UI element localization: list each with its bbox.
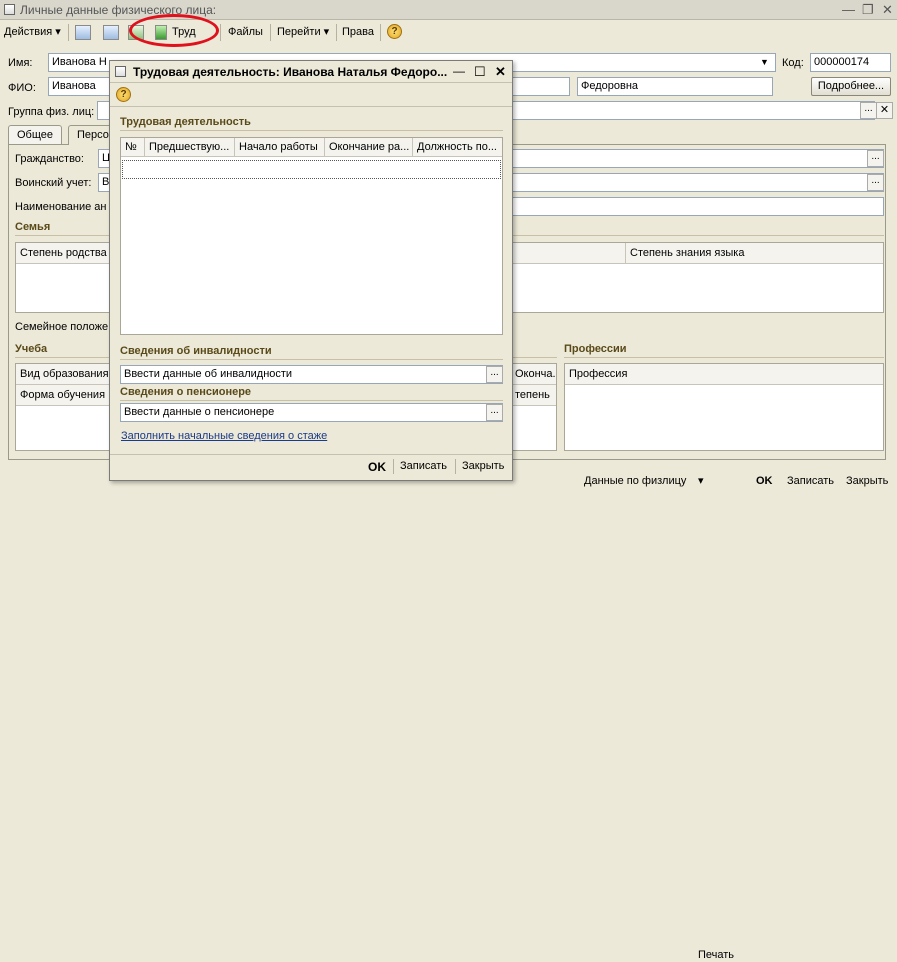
name-an-field[interactable] [508, 197, 884, 216]
window-icon [4, 4, 15, 15]
dialog-window-icon [115, 66, 126, 77]
work-section-title: Трудовая деятельность [120, 116, 251, 128]
profession-col[interactable]: Профессия [565, 364, 883, 385]
name-label: Имя: [8, 57, 33, 69]
col-end[interactable]: Окончание ра... [325, 138, 413, 157]
files-button[interactable]: Файлы [228, 24, 263, 41]
pensioner-title: Сведения о пенсионере [120, 386, 252, 398]
col-position[interactable]: Должность по... [413, 138, 502, 157]
main-ok-button[interactable]: OK [756, 474, 773, 488]
family-title: Семья [15, 221, 51, 233]
actions-menu[interactable]: Действия ▾ [4, 24, 61, 41]
group-select-icon[interactable]: ... [860, 102, 877, 119]
fill-initial-link[interactable]: Заполнить начальные сведения о стаже [121, 430, 327, 442]
marital-label: Семейное положе [15, 321, 109, 333]
fio-label: ФИО: [8, 82, 36, 94]
help-icon[interactable]: ? [387, 24, 402, 39]
restore-icon[interactable]: ❐ [862, 0, 874, 20]
dialog-minimize-icon[interactable]: — [453, 64, 465, 78]
highlight-circle [129, 14, 219, 47]
main-close-button[interactable]: Закрыть [846, 474, 888, 488]
col-number[interactable]: № [121, 138, 145, 157]
family-col-language[interactable]: Степень знания языка [626, 243, 883, 264]
name-dropdown-icon[interactable]: ▼ [760, 57, 769, 67]
print-menu[interactable]: Печать ▾ [698, 474, 734, 961]
dialog-close-button[interactable]: Закрыть [462, 460, 504, 472]
dialog-save-button[interactable]: Записать [400, 460, 447, 472]
name2-field[interactable] [510, 77, 570, 96]
dialog-title-bar: Трудовая деятельность: Иванова Наталья Ф… [110, 61, 512, 83]
person-data-button[interactable]: Данные по физлицу [584, 474, 686, 488]
more-button[interactable]: Подробнее... [811, 77, 891, 96]
edit-doc-icon[interactable] [75, 25, 91, 40]
work-table[interactable]: № Предшествую... Начало работы Окончание… [120, 137, 503, 335]
code-label: Код: [782, 57, 804, 69]
main-save-button[interactable]: Записать [787, 474, 834, 488]
disability-field[interactable]: Ввести данные об инвалидности [120, 365, 503, 384]
close-icon[interactable]: ✕ [882, 0, 893, 20]
group-clear-icon[interactable]: ✕ [876, 102, 893, 119]
rights-button[interactable]: Права [342, 24, 374, 41]
citizenship-select-icon[interactable]: ... [867, 150, 884, 167]
work-dialog: Трудовая деятельность: Иванова Наталья Ф… [109, 60, 513, 481]
disability-title: Сведения об инвалидности [120, 345, 272, 357]
dialog-ok-button[interactable]: OK [368, 460, 386, 474]
patronymic-field[interactable]: Федоровна [577, 77, 773, 96]
disability-select-icon[interactable]: ... [486, 366, 503, 383]
pensioner-select-icon[interactable]: ... [486, 404, 503, 421]
study-col-end[interactable]: Оконча... [510, 364, 556, 385]
refresh-icon[interactable] [103, 25, 119, 40]
minimize-icon[interactable]: — [842, 0, 855, 20]
military-label: Воинский учет: [15, 177, 92, 189]
professions-title: Профессии [564, 343, 627, 355]
dialog-help-icon[interactable]: ? [116, 87, 131, 102]
goto-menu[interactable]: Перейти ▾ [277, 24, 329, 41]
main-title-bar: Личные данные физического лица: [0, 0, 897, 20]
code-field[interactable]: 000000174 [810, 53, 891, 72]
dialog-title: Трудовая деятельность: Иванова Наталья Ф… [133, 65, 448, 79]
study-col-degree[interactable]: тепень [510, 385, 556, 406]
col-start[interactable]: Начало работы [235, 138, 325, 157]
group-label: Группа физ. лиц: [8, 106, 95, 118]
military-select-icon[interactable]: ... [867, 174, 884, 191]
professions-table[interactable]: Профессия [564, 363, 884, 451]
name-an-label: Наименование ан [15, 201, 107, 213]
table-row[interactable] [122, 160, 501, 179]
dialog-close-icon[interactable]: ✕ [495, 64, 506, 80]
pensioner-field[interactable]: Ввести данные о пенсионере [120, 403, 503, 422]
tab-general[interactable]: Общее [8, 125, 63, 144]
col-previous[interactable]: Предшествую... [145, 138, 235, 157]
citizenship-label: Гражданство: [15, 153, 84, 165]
dialog-maximize-icon[interactable]: ☐ [474, 64, 486, 80]
study-title: Учеба [15, 343, 48, 355]
